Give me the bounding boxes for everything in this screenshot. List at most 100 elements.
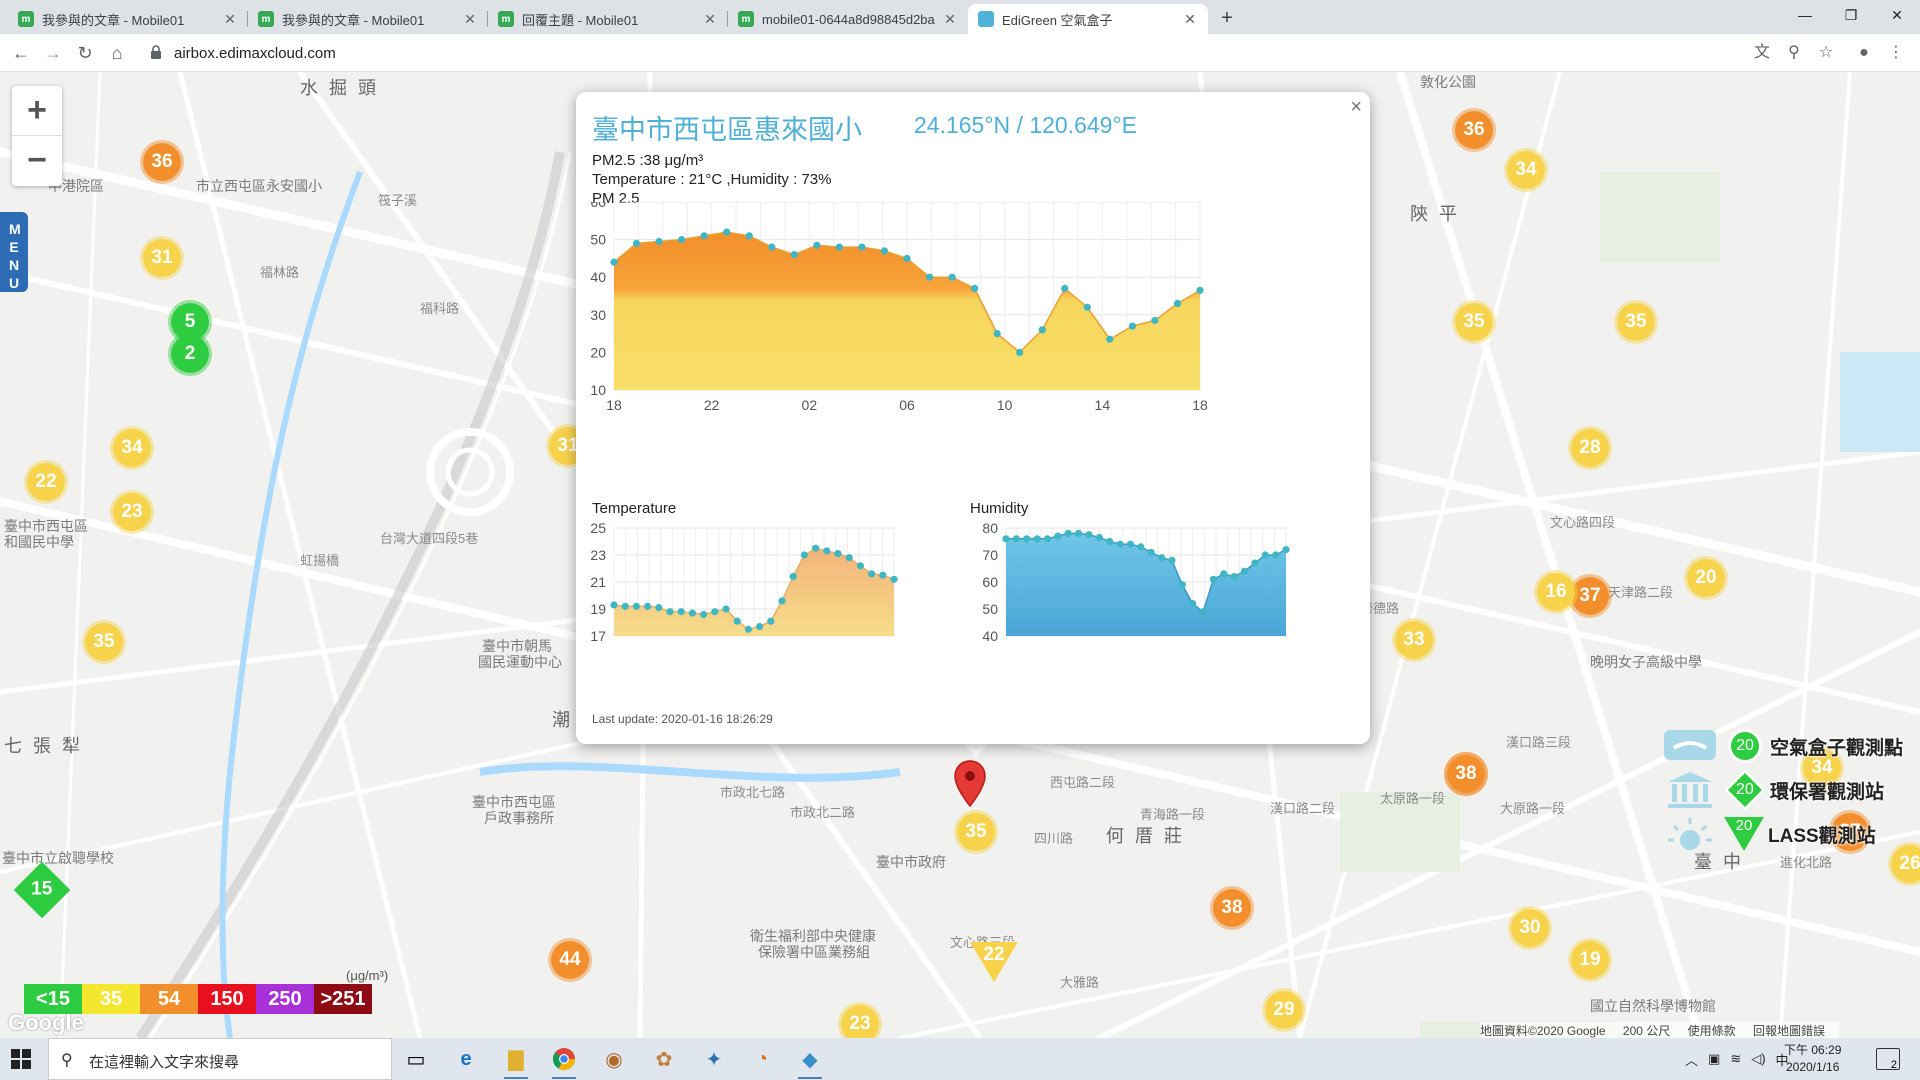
report-map-error-link[interactable]: 回報地圖錯誤 <box>1753 1024 1825 1038</box>
aqi-marker[interactable]: 34 <box>110 426 154 470</box>
aqi-marker[interactable]: 28 <box>1568 426 1612 470</box>
popup-title: 臺中市西屯區惠來國小 <box>592 115 862 145</box>
app-icon[interactable]: ✿ <box>648 1044 680 1074</box>
y-tick-label: 25 <box>590 520 606 536</box>
aqi-marker[interactable]: 23 <box>838 1002 882 1038</box>
close-tab-icon[interactable]: ✕ <box>942 11 958 28</box>
temperature-chart: 17 19 21 23 25 <box>590 520 898 644</box>
menu-label: MENU <box>9 221 21 291</box>
data-point <box>868 570 876 578</box>
profile-avatar-icon[interactable]: ● <box>1852 41 1876 65</box>
home-icon[interactable]: ⌂ <box>104 40 130 66</box>
aqi-marker[interactable]: 35 <box>1452 300 1496 344</box>
data-point <box>700 610 708 618</box>
data-point <box>644 602 652 610</box>
data-point <box>632 239 641 247</box>
back-arrow-icon[interactable]: ← <box>8 40 34 66</box>
aqi-marker[interactable]: 34 <box>1504 148 1548 192</box>
close-window-icon[interactable]: ✕ <box>1874 0 1920 30</box>
browser-tab[interactable]: m 回覆主題 - Mobile01 ✕ <box>488 4 728 34</box>
map-label: 大原路一段 <box>1500 801 1566 816</box>
data-point <box>813 241 821 249</box>
blender-icon[interactable]: ◔ <box>746 1044 778 1074</box>
wifi-icon[interactable]: ≋ <box>1730 1051 1741 1067</box>
data-point <box>790 251 798 259</box>
legend-cell: 250 <box>256 984 314 1014</box>
taskbar-search[interactable]: ⚲ 在這裡輸入文字來搜尋 <box>48 1038 392 1080</box>
tab-title: mobile01-0644a8d98845d2ba <box>762 11 935 27</box>
data-point <box>1168 556 1176 564</box>
menu-button[interactable]: MENU <box>0 212 28 292</box>
aqi-marker[interactable]: 30 <box>1508 906 1552 950</box>
close-tab-icon[interactable]: ✕ <box>462 11 478 28</box>
file-explorer-icon[interactable]: ▇ <box>500 1044 532 1079</box>
aqi-marker[interactable]: 2 <box>168 332 212 376</box>
bookmark-star-icon[interactable]: ☆ <box>1814 41 1838 65</box>
windows-start-icon[interactable] <box>10 1048 32 1070</box>
browser-tab[interactable]: m 我參與的文章 - Mobile01 ✕ <box>248 4 488 34</box>
volume-icon[interactable]: ◁) <box>1751 1051 1765 1067</box>
browser-tab[interactable]: m 我參與的文章 - Mobile01 ✕ <box>8 4 248 34</box>
aqi-marker[interactable]: 35 <box>82 620 126 664</box>
more-menu-icon[interactable]: ⋮ <box>1884 41 1908 65</box>
y-tick-label: 21 <box>590 574 606 590</box>
y-tick-label: 10 <box>590 382 606 398</box>
location-pin-icon[interactable] <box>954 760 986 808</box>
legend-epa: 20 環保署觀測站 <box>1660 768 1884 812</box>
translate-icon[interactable]: 文 <box>1750 41 1774 65</box>
aqi-marker[interactable]: 29 <box>1262 988 1306 1032</box>
close-tab-icon[interactable]: ✕ <box>1182 11 1198 28</box>
show-hidden-icons-icon[interactable]: ︿ <box>1685 1050 1698 1069</box>
data-point <box>1157 554 1166 562</box>
popup-close-button[interactable]: × <box>1350 96 1362 119</box>
legend-unit: (μg/m³) <box>346 968 389 983</box>
new-tab-button[interactable]: + <box>1213 4 1241 32</box>
address-bar[interactable]: airbox.edimaxcloud.com <box>140 39 1770 67</box>
aqi-marker[interactable]: 16 <box>1534 570 1578 614</box>
lass-station-marker[interactable]: 22 <box>970 942 1018 982</box>
aqi-marker[interactable]: 44 <box>548 938 592 982</box>
popup-tail <box>962 742 990 758</box>
browser-tab-active[interactable]: EdiGreen 空氣盒子 ✕ <box>968 4 1208 34</box>
network-icon[interactable]: ▣ <box>1708 1051 1720 1067</box>
zoom-out-button[interactable]: − <box>12 136 62 186</box>
forward-arrow-icon[interactable]: → <box>40 40 66 66</box>
browser-tab[interactable]: m mobile01-0644a8d98845d2ba ✕ <box>728 4 968 34</box>
edge-browser-icon[interactable]: e <box>450 1044 482 1074</box>
aqi-marker[interactable]: 20 <box>1684 556 1728 600</box>
aqi-marker[interactable]: 38 <box>1444 752 1488 796</box>
aqi-marker[interactable]: 36 <box>1452 108 1496 152</box>
zoom-icon[interactable]: ⚲ <box>1782 41 1806 65</box>
aqi-marker[interactable]: 36 <box>140 140 184 184</box>
map-canvas[interactable]: 水 掘 頭 市立西屯區永安國小 中港院區 福林路 福科路 筏子溪 臺中市西屯區 … <box>0 72 1920 1038</box>
reload-icon[interactable]: ↻ <box>72 40 98 66</box>
aqi-marker[interactable]: 33 <box>1392 618 1436 662</box>
map-label: 戶政事務所 <box>484 810 554 826</box>
close-tab-icon[interactable]: ✕ <box>702 11 718 28</box>
tab-title: EdiGreen 空氣盒子 <box>1002 12 1113 28</box>
zoom-in-button[interactable]: + <box>12 86 62 136</box>
data-point <box>723 228 731 236</box>
map-label: 福林路 <box>260 265 300 280</box>
app-icon[interactable]: ◆ <box>794 1044 826 1079</box>
notification-center-icon[interactable]: 2 <box>1876 1048 1900 1071</box>
app-icon[interactable]: ◉ <box>598 1044 630 1074</box>
close-tab-icon[interactable]: ✕ <box>222 11 238 28</box>
minimize-icon[interactable]: — <box>1782 0 1828 30</box>
aqi-marker[interactable]: 31 <box>140 236 184 280</box>
aqi-marker[interactable]: 35 <box>954 810 998 854</box>
aqi-marker[interactable]: 38 <box>1210 886 1254 930</box>
taskbar-clock[interactable]: 下午 06:29 2020/1/16 <box>1784 1042 1841 1076</box>
aqi-marker[interactable]: 22 <box>24 460 68 504</box>
data-point <box>880 247 889 255</box>
app-icon[interactable]: ✦ <box>698 1044 730 1074</box>
aqi-marker[interactable]: 23 <box>110 490 154 534</box>
data-point <box>1095 533 1103 542</box>
restore-icon[interactable]: ❐ <box>1828 0 1874 30</box>
data-point <box>1106 537 1114 546</box>
terms-link[interactable]: 使用條款 <box>1688 1024 1736 1038</box>
aqi-marker[interactable]: 35 <box>1614 300 1658 344</box>
aqi-marker[interactable]: 19 <box>1568 938 1612 982</box>
chrome-icon[interactable] <box>548 1044 580 1079</box>
task-view-icon[interactable]: ▭ <box>400 1044 432 1074</box>
